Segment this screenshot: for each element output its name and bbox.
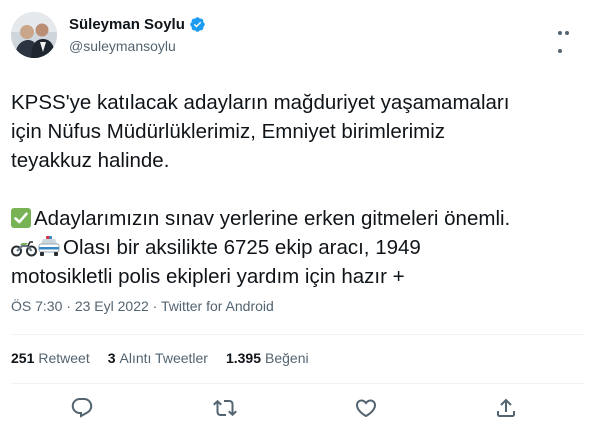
reply-icon[interactable] [70, 396, 94, 420]
tweet-source[interactable]: Twitter for Android [161, 298, 274, 314]
like-icon[interactable] [354, 396, 378, 420]
tweet-line: KPSS'ye katılacak adayların mağduriyet y… [11, 91, 510, 114]
tweet-time[interactable]: ÖS 7:30 [11, 298, 62, 314]
retweet-icon[interactable] [213, 396, 237, 420]
check-mark-emoji [11, 208, 31, 228]
retweets-label: Retweet [38, 350, 90, 366]
meta-separator: · [148, 298, 161, 314]
tweet-line-check: Adaylarımızın sınav yerlerine erken gitm… [11, 204, 586, 233]
police-car-emoji [38, 236, 60, 256]
action-bar [0, 390, 595, 430]
avatar[interactable] [11, 12, 57, 58]
retweets-stat[interactable]: 251 Retweet [11, 350, 90, 366]
more-icon[interactable] [558, 22, 578, 53]
divider [11, 334, 584, 335]
author-name-row: Süleyman Soylu [69, 16, 206, 33]
likes-label: Beğeni [265, 350, 309, 366]
tweet-line: Adaylarımızın sınav yerlerine erken gitm… [34, 207, 511, 230]
retweets-count: 251 [11, 350, 35, 366]
author-handle[interactable]: @suleymansoylu [69, 38, 176, 54]
tweet-card: Süleyman Soylu @suleymansoylu KPSS'ye ka… [0, 0, 595, 437]
tweet-line: Olası bir aksilikte 6725 ekip aracı, 194… [63, 236, 421, 259]
share-icon[interactable] [494, 396, 518, 420]
tweet-text: KPSS'ye katılacak adayların mağduriyet y… [11, 88, 586, 291]
tweet-stats: 251 Retweet 3 Alıntı Tweetler 1.395 Beğeni [11, 350, 327, 366]
tweet-line-emoji: Olası bir aksilikte 6725 ekip aracı, 194… [11, 233, 586, 262]
tweet-line: teyakkuz halinde. [11, 149, 170, 172]
quotes-stat[interactable]: 3 Alıntı Tweetler [108, 350, 208, 366]
tweet-meta: ÖS 7:30 · 23 Eyl 2022 · Twitter for Andr… [11, 298, 274, 314]
motorcycle-emoji [11, 241, 37, 257]
meta-separator: · [62, 298, 75, 314]
tweet-line: için Nüfus Müdürlüklerimiz, Emniyet biri… [11, 120, 446, 143]
likes-count: 1.395 [225, 350, 262, 366]
quotes-label: Alıntı Tweetler [119, 350, 208, 366]
tweet-date[interactable]: 23 Eyl 2022 [75, 298, 149, 314]
author-name[interactable]: Süleyman Soylu [69, 16, 185, 33]
quotes-count: 3 [107, 350, 116, 366]
verified-badge-icon [190, 17, 205, 32]
tweet-line: motosikletli polis ekipleri yardım için … [11, 265, 405, 288]
likes-stat[interactable]: 1.395 Beğeni [226, 350, 309, 366]
divider [11, 383, 584, 384]
